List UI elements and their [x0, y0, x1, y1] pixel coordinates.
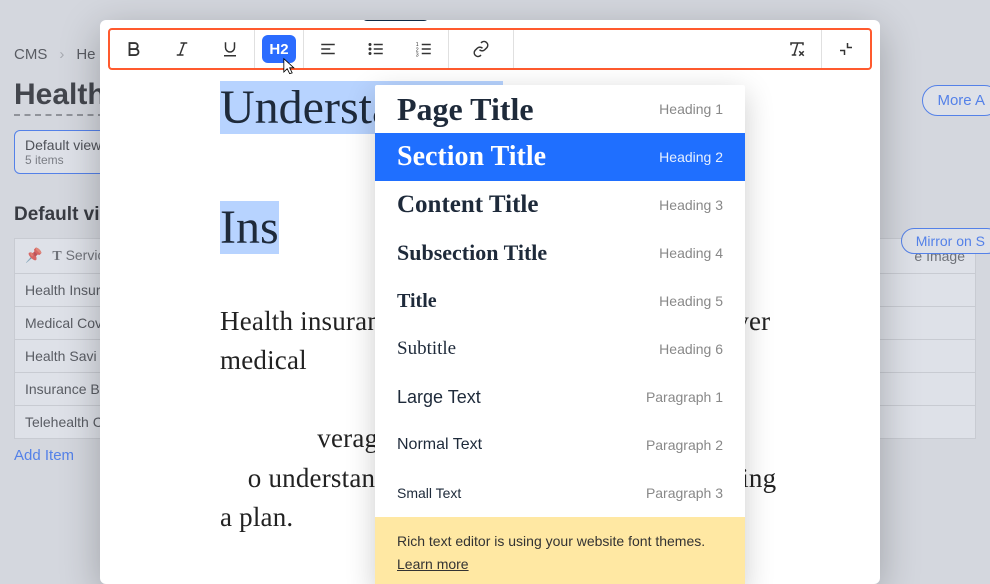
heading-option-tag: Paragraph 2	[646, 437, 723, 453]
heading-option-tag: Heading 5	[659, 293, 723, 309]
heading-option-h3[interactable]: Content Title Heading 3	[375, 181, 745, 229]
heading-option-label: Normal Text	[397, 436, 482, 454]
view-chip-title: Default view	[25, 137, 101, 153]
title-underline	[14, 114, 104, 116]
dropdown-theme-notice: Rich text editor is using your website f…	[375, 517, 745, 584]
breadcrumb-current: He	[76, 46, 95, 63]
heading-option-h5[interactable]: Title Heading 5	[375, 277, 745, 325]
svg-text:3: 3	[416, 53, 419, 59]
heading-option-tag: Heading 3	[659, 197, 723, 213]
heading-option-label: Section Title	[397, 141, 546, 173]
mirror-button[interactable]: Mirror on S	[901, 228, 990, 254]
rich-text-editor-modal: Themes H2 123	[100, 20, 880, 584]
heading-option-label: Subsection Title	[397, 240, 547, 266]
clear-formatting-button[interactable]	[773, 40, 821, 58]
themes-tooltip: Themes	[362, 20, 429, 21]
heading-option-h1[interactable]: Page Title Heading 1	[375, 85, 745, 133]
heading-option-label: Content Title	[397, 191, 538, 219]
heading-option-tag: Paragraph 1	[646, 389, 723, 405]
bullet-list-button[interactable]	[352, 40, 400, 58]
view-chip[interactable]: Default view 5 items	[14, 130, 112, 174]
heading-option-tag: Heading 2	[659, 149, 723, 165]
editor-toolbar: H2 123	[108, 28, 872, 70]
heading-option-p1[interactable]: Large Text Paragraph 1	[375, 373, 745, 421]
heading-option-label: Title	[397, 290, 437, 313]
heading-option-tag: Paragraph 3	[646, 485, 723, 501]
align-button[interactable]	[304, 40, 352, 58]
heading-option-tag: Heading 1	[659, 101, 723, 117]
heading-style-dropdown: Page Title Heading 1 Section Title Heading …	[375, 85, 745, 584]
collapse-button[interactable]	[822, 40, 870, 58]
numbered-list-button[interactable]: 123	[400, 40, 448, 58]
cursor-pointer-icon	[278, 57, 298, 77]
chevron-right-icon: ›	[59, 46, 64, 63]
app-top-strip	[0, 0, 990, 6]
heading-style-button[interactable]: H2	[262, 35, 296, 63]
text-format-icon: T	[52, 249, 61, 264]
learn-more-link[interactable]: Learn more	[397, 554, 723, 575]
link-button[interactable]	[449, 40, 513, 58]
heading-option-p3[interactable]: Small Text Paragraph 3	[375, 469, 745, 517]
bold-button[interactable]	[110, 40, 158, 58]
heading-option-label: Page Title	[397, 91, 534, 128]
heading-option-label: Small Text	[397, 485, 461, 501]
heading-option-label: Subtitle	[397, 338, 456, 360]
heading-option-tag: Heading 4	[659, 245, 723, 261]
breadcrumb-root[interactable]: CMS	[14, 46, 47, 63]
heading-option-h2[interactable]: Section Title Heading 2	[375, 133, 745, 181]
italic-button[interactable]	[158, 40, 206, 58]
pin-icon: 📌	[25, 247, 42, 263]
heading-option-h4[interactable]: Subsection Title Heading 4	[375, 229, 745, 277]
heading-option-tag: Heading 6	[659, 341, 723, 357]
more-actions-button[interactable]: More A	[922, 85, 990, 116]
heading-option-p2[interactable]: Normal Text Paragraph 2	[375, 421, 745, 469]
add-item-link[interactable]: Add Item	[14, 447, 74, 464]
heading-option-label: Large Text	[397, 387, 481, 408]
view-chip-subtitle: 5 items	[25, 153, 101, 167]
heading-option-h6[interactable]: Subtitle Heading 6	[375, 325, 745, 373]
underline-button[interactable]	[206, 40, 254, 58]
